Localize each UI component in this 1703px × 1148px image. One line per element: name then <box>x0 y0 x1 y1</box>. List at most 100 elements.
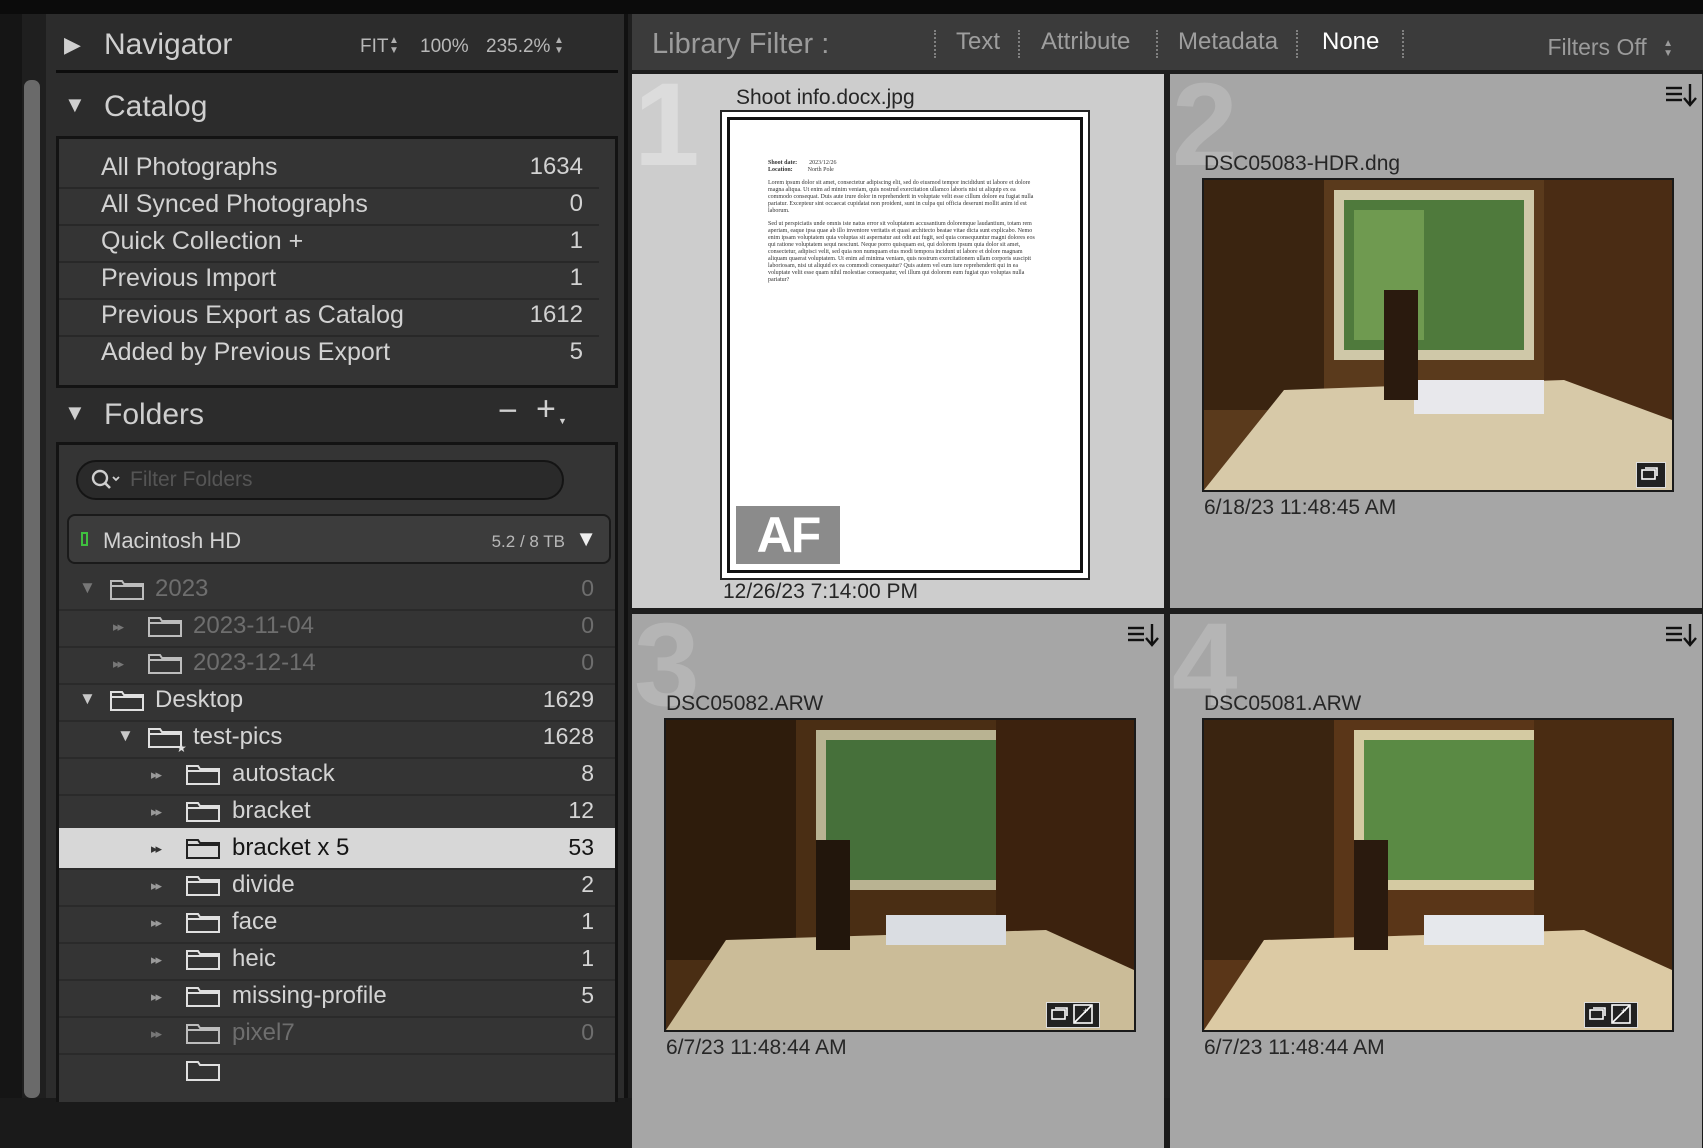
photo-thumbnail[interactable] <box>1202 178 1674 492</box>
sort-menu-icon[interactable] <box>1664 82 1698 108</box>
catalog-item[interactable]: Quick Collection + 1 <box>59 221 599 263</box>
folder-row-missing-profile[interactable]: ▸▸ missing-profile 5 <box>59 976 615 1018</box>
expand-arrow-icon[interactable]: ▸▸ <box>151 804 162 820</box>
cell-filename: DSC05082.ARW <box>666 692 824 715</box>
triangle-down-icon[interactable]: ▼ <box>117 726 134 746</box>
left-panel-scrollbar[interactable] <box>24 80 40 1098</box>
badge-edit-icon: + <box>1611 1004 1631 1024</box>
catalog-item[interactable]: All Synced Photographs 0 <box>59 184 599 226</box>
triangle-down-icon[interactable]: ▼ <box>64 400 86 426</box>
document-thumbnail[interactable]: Shoot date: 2023/12/26 Location: North P… <box>720 110 1090 580</box>
expand-arrow-icon[interactable]: ▸▸ <box>151 1026 162 1042</box>
panel-divider[interactable] <box>624 14 628 1098</box>
navigator-title: Navigator <box>104 28 233 61</box>
left-panel-content: ▶ Navigator FIT ▲ ▼ 100% 235.2% ▲ ▼ ▼ Cata… <box>46 14 628 1102</box>
sort-menu-icon[interactable] <box>1126 622 1160 648</box>
af-logo: AF <box>736 506 840 564</box>
folder-row-2023[interactable]: ▼ 2023 0 <box>59 569 615 611</box>
folder-row-partial[interactable] <box>59 1050 615 1090</box>
badges-stack-edit[interactable]: + <box>1046 1002 1100 1028</box>
expand-arrow-icon[interactable]: ▸▸ <box>151 841 162 857</box>
search-icon <box>91 469 120 489</box>
svg-text:+: + <box>1083 1006 1088 1016</box>
volume-collapse-icon[interactable]: ▼ <box>575 526 597 552</box>
triangle-down-icon[interactable]: ▼ <box>79 689 96 709</box>
folder-row-bracket[interactable]: ▸▸ bracket 12 <box>59 791 615 833</box>
triangle-down-icon[interactable]: ▼ <box>79 578 96 598</box>
expand-arrow-icon[interactable]: ▸▸ <box>113 656 124 672</box>
grid-cell-3[interactable]: 3 DSC05082.ARW + 6/7/23 11:48:44 AM <box>632 614 1164 1148</box>
grid-cell-4[interactable]: 4 DSC05081.ARW + 6/7/23 11:48:44 AM <box>1170 614 1702 1148</box>
filter-folders-field[interactable] <box>76 460 564 500</box>
folder-name: 2023 <box>155 575 209 602</box>
folder-row-autostack[interactable]: ▸▸ autostack 8 <box>59 754 615 796</box>
folder-row-2023-11-04[interactable]: ▸▸ 2023-11-04 0 <box>59 606 615 648</box>
folder-count: 1 <box>581 945 594 971</box>
catalog-item[interactable]: All Photographs 1634 <box>59 147 599 189</box>
folder-row-pixel7[interactable]: ▸▸ pixel7 0 <box>59 1013 615 1055</box>
folder-icon <box>186 1061 220 1081</box>
cell-filename: DSC05083-HDR.dng <box>1204 152 1401 175</box>
catalog-item[interactable]: Previous Export as Catalog 1612 <box>59 295 599 337</box>
zoom-custom-spinner-icon[interactable]: ▲ ▼ <box>554 36 564 56</box>
filter-separator <box>1296 30 1300 58</box>
expand-arrow-icon[interactable]: ▸▸ <box>113 619 124 635</box>
filter-attribute[interactable]: Attribute <box>1041 28 1130 56</box>
triangle-down-icon[interactable]: ▼ <box>64 92 86 118</box>
folder-row-face[interactable]: ▸▸ face 1 <box>59 902 615 944</box>
remove-folder-button[interactable]: − <box>498 392 518 431</box>
photo-thumbnail[interactable] <box>664 718 1136 1032</box>
filter-folders-input[interactable] <box>128 466 552 494</box>
folders-header[interactable]: ▼ Folders − + ▼ <box>46 384 628 444</box>
filter-separator <box>1156 30 1160 58</box>
volume-macintosh-hd[interactable]: Macintosh HD 5.2 / 8 TB ▼ <box>67 514 611 564</box>
folder-row-bracket-x-5[interactable]: ▸▸ bracket x 5 53 <box>59 828 615 870</box>
expand-arrow-icon[interactable]: ▸▸ <box>151 915 162 931</box>
folder-icon <box>186 987 220 1007</box>
folder-row-desktop[interactable]: ▼ Desktop 1629 <box>59 680 615 722</box>
catalog-item-count: 1 <box>569 227 583 254</box>
grid-cell-1[interactable]: 1 Shoot info.docx.jpg Shoot date: 2023/1… <box>632 74 1164 608</box>
library-filter-title: Library Filter : <box>652 28 830 60</box>
zoom-fit-spinner-icon[interactable]: ▲ ▼ <box>389 36 399 56</box>
badges-stack-edit[interactable]: + <box>1584 1002 1638 1028</box>
expand-arrow-icon[interactable]: ▸▸ <box>151 952 162 968</box>
navigator-header[interactable]: ▶ Navigator FIT ▲ ▼ 100% 235.2% ▲ ▼ <box>46 14 628 74</box>
expand-arrow-icon[interactable]: ▸▸ <box>151 878 162 894</box>
library-main: Library Filter : Text Attribute Metadata… <box>632 14 1703 1148</box>
zoom-100[interactable]: 100% <box>420 36 469 58</box>
catalog-item-label: Quick Collection + <box>101 227 304 255</box>
chevron-down-icon[interactable]: ▼ <box>558 416 567 426</box>
catalog-header[interactable]: ▼ Catalog <box>46 76 628 136</box>
zoom-fit[interactable]: FIT <box>360 36 389 58</box>
photo-thumbnail[interactable] <box>1202 718 1674 1032</box>
filters-off-dropdown[interactable]: Filters Off ▲ ▼ <box>1547 34 1673 61</box>
folder-row-heic[interactable]: ▸▸ heic 1 <box>59 939 615 981</box>
grid-cell-2[interactable]: 2 DSC05083-HDR.dng 6/18/23 11:48:45 AM <box>1170 74 1702 608</box>
zoom-custom[interactable]: 235.2% <box>486 36 550 58</box>
sort-menu-icon[interactable] <box>1664 622 1698 648</box>
badge-stack[interactable] <box>1636 462 1666 488</box>
catalog-item[interactable]: Added by Previous Export 5 <box>59 332 599 372</box>
add-folder-button[interactable]: + <box>536 390 556 429</box>
folder-row-divide[interactable]: ▸▸ divide 2 <box>59 865 615 907</box>
folder-icon <box>186 876 220 896</box>
filter-metadata[interactable]: Metadata <box>1178 28 1278 56</box>
triangle-right-icon[interactable]: ▶ <box>64 32 81 58</box>
folder-name: face <box>232 908 278 935</box>
folder-count: 1628 <box>542 723 594 749</box>
filters-spinner-icon: ▲ ▼ <box>1663 37 1673 59</box>
expand-arrow-icon[interactable]: ▸▸ <box>151 989 162 1005</box>
folders-title: Folders <box>104 398 205 431</box>
badge-edit-icon: + <box>1073 1004 1093 1024</box>
filter-none[interactable]: None <box>1322 28 1379 56</box>
folder-row-test-pics[interactable]: ▼ ★ test-pics 1628 <box>59 717 615 759</box>
folder-row-2023-12-14[interactable]: ▸▸ 2023-12-14 0 <box>59 643 615 685</box>
folders-list: Macintosh HD 5.2 / 8 TB ▼ ▼ 2023 0 ▸▸ 20… <box>56 442 618 1102</box>
catalog-item[interactable]: Previous Import 1 <box>59 258 599 300</box>
filter-text[interactable]: Text <box>956 28 1000 56</box>
filter-separator <box>934 30 938 58</box>
navigator-divider <box>56 70 618 73</box>
volume-name: Macintosh HD <box>103 528 242 553</box>
expand-arrow-icon[interactable]: ▸▸ <box>151 767 162 783</box>
